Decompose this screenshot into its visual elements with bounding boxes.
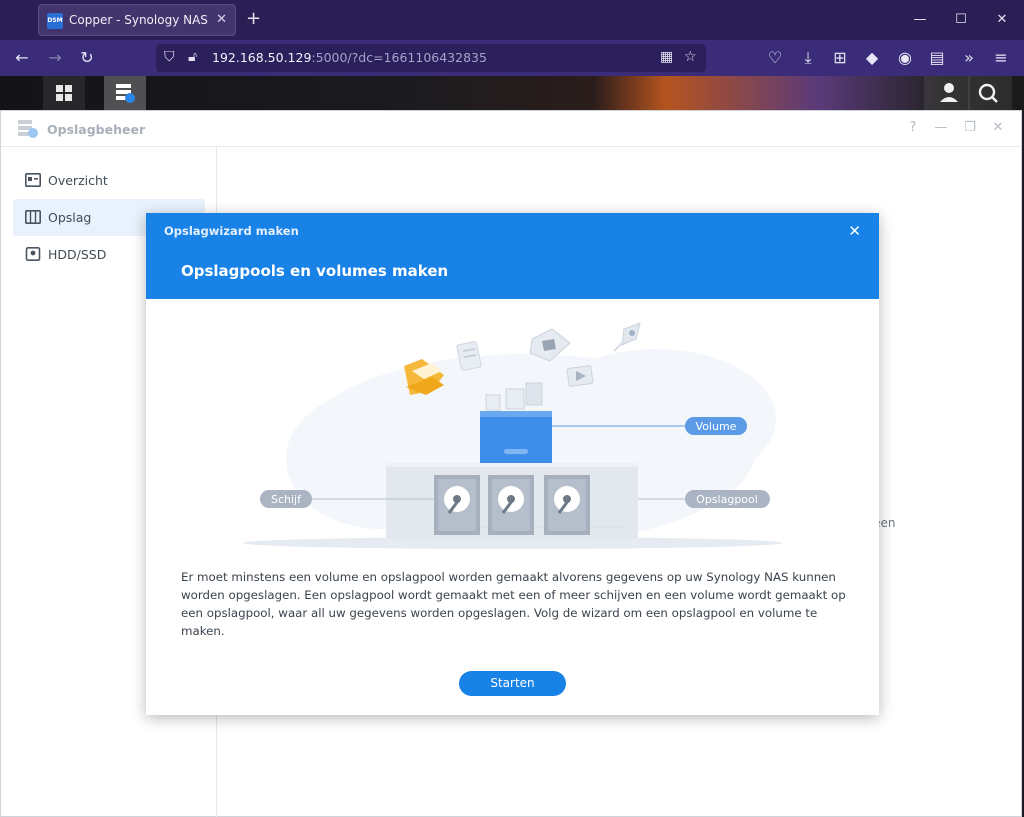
dialog-window-title: Opslagwizard maken (164, 224, 299, 238)
minimize-icon[interactable]: — (932, 120, 950, 135)
svg-text:Schijf: Schijf (271, 493, 302, 506)
volume-label-pill: Volume (685, 417, 747, 435)
close-icon[interactable]: ✕ (989, 120, 1007, 135)
url-bar[interactable]: ⛉ 🔓︎ 192.168.50.129:5000/?dc=16611064328… (156, 44, 706, 72)
disk-3 (544, 475, 590, 535)
dialog-close-icon[interactable]: ✕ (848, 222, 861, 240)
main-menu-grid-icon (56, 85, 72, 101)
back-arrow-icon[interactable]: ← (11, 47, 33, 69)
window-minimize-icon[interactable]: — (900, 8, 940, 32)
svg-text:Volume: Volume (696, 420, 737, 433)
dsm-favicon-icon: DSM (47, 13, 63, 29)
tab-close-icon[interactable]: ✕ (216, 12, 227, 27)
forward-arrow-icon[interactable]: → (44, 47, 66, 69)
sidebar-item-overview[interactable]: Overzicht (13, 162, 205, 199)
storage-illustration: Volume Schijf Opslagpool (243, 322, 783, 549)
storage-icon (25, 210, 41, 224)
pool-label-pill: Opslagpool (685, 490, 770, 508)
storage-wizard-dialog: Opslagwizard maken ✕ Opslagpools en volu… (146, 213, 879, 715)
download-icon[interactable]: ⤓ (797, 47, 819, 69)
url-text[interactable]: 192.168.50.129:5000/?dc=1661106432835 (212, 50, 487, 65)
dialog-description: Er moet minstens een volume en opslagpoo… (181, 570, 846, 638)
volume-block (480, 411, 552, 463)
user-icon (940, 83, 958, 102)
search-icon (978, 83, 998, 103)
extensions-grid-icon[interactable]: ⊞ (829, 47, 851, 69)
search-button[interactable] (968, 76, 1012, 110)
reader-extension-icon[interactable]: ▤ (926, 47, 948, 69)
window-maximize-icon[interactable]: ☐ (941, 8, 981, 32)
dsm-taskbar (0, 76, 1024, 110)
rocket-icon (613, 322, 641, 352)
qr-grid-icon[interactable]: ▦ (660, 49, 673, 65)
restore-icon[interactable]: ❐ (961, 120, 979, 135)
shield-icon[interactable]: ⛉ (164, 49, 175, 65)
bookmark-star-icon[interactable]: ☆ (684, 49, 697, 65)
sidebar-item-label: HDD/SSD (48, 247, 107, 262)
overview-icon (25, 173, 41, 187)
svg-text:Opslagpool: Opslagpool (696, 493, 758, 506)
disk-1 (434, 475, 480, 535)
dialog-header: Opslagwizard maken ✕ Opslagpools en volu… (146, 213, 879, 299)
app-title: Opslagbeheer (47, 122, 146, 137)
sidebar-item-label: Overzicht (48, 173, 108, 188)
insecure-lock-icon[interactable]: 🔓︎ (188, 49, 197, 65)
disk-label-pill: Schijf (260, 490, 312, 508)
reload-icon[interactable]: ↻ (76, 47, 98, 69)
video-icon (566, 365, 594, 387)
help-icon[interactable]: ? (904, 120, 922, 135)
pocket-icon[interactable]: ♡ (764, 47, 786, 69)
color-extension-icon[interactable]: ◆ (861, 47, 883, 69)
hdd-icon (25, 247, 41, 261)
storage-manager-icon (116, 84, 135, 103)
sidebar-item-label: Opslag (48, 210, 92, 225)
browser-tab[interactable]: DSM Copper - Synology NAS ✕ (38, 4, 236, 36)
start-button[interactable]: Starten (459, 671, 566, 696)
main-menu-button[interactable] (43, 76, 85, 110)
tab-title: Copper - Synology NAS (69, 13, 208, 27)
new-tab-icon[interactable]: + (246, 8, 261, 30)
taskbar-storage-manager-button[interactable] (104, 76, 146, 110)
hamburger-menu-icon[interactable]: ≡ (990, 47, 1012, 69)
storage-manager-logo-icon (18, 120, 38, 138)
disk-2 (488, 475, 534, 535)
overflow-chevrons-icon[interactable]: » (958, 47, 980, 69)
dialog-heading: Opslagpools en volumes maken (181, 262, 449, 280)
window-close-icon[interactable]: ✕ (982, 8, 1022, 32)
account-extension-icon[interactable]: ◉ (894, 47, 916, 69)
browser-nav-bar: ← → ↻ ⛉ 🔓︎ 192.168.50.129:5000/?dc=16611… (0, 40, 1024, 76)
app-titlebar[interactable]: Opslagbeheer ? — ❐ ✕ (1, 111, 1021, 147)
user-button[interactable] (924, 76, 970, 110)
browser-tab-bar: DSM Copper - Synology NAS ✕ + — ☐ ✕ (0, 0, 1024, 40)
